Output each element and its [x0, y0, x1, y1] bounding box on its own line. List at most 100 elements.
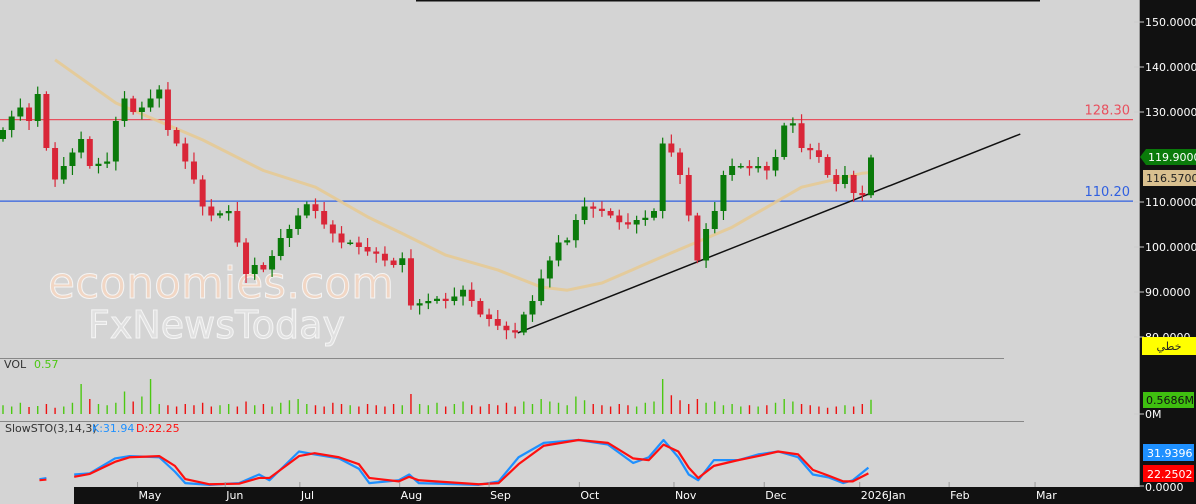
- candle-body: [590, 206, 597, 209]
- candle-body: [329, 224, 336, 234]
- candle-body: [677, 152, 684, 175]
- time-tick-label: Dec: [765, 489, 786, 502]
- candle-body: [251, 265, 258, 274]
- candle-body: [685, 175, 692, 216]
- candle-body: [581, 206, 588, 220]
- candle-body: [772, 157, 779, 171]
- candle-body: [95, 163, 102, 166]
- candle-body: [434, 298, 440, 301]
- candle-body: [624, 222, 631, 225]
- candle-body: [815, 150, 822, 157]
- candle: [130, 95, 137, 115]
- candle: [86, 136, 93, 169]
- candle-body: [355, 242, 362, 247]
- candle-body: [616, 215, 623, 223]
- candle-body: [529, 301, 536, 315]
- candle: [694, 212, 701, 264]
- candle-body: [642, 217, 649, 220]
- candle-body: [755, 166, 762, 169]
- candle-body: [737, 166, 744, 168]
- candle-body: [659, 143, 666, 211]
- candle-body: [512, 330, 519, 333]
- candle-body: [69, 152, 76, 166]
- horizontal-line-label: 128.30: [1085, 104, 1131, 119]
- stochastic-k-value: 31.9396: [1147, 447, 1193, 460]
- time-tick-label: Feb: [950, 489, 969, 502]
- candle: [868, 154, 874, 198]
- candle-body: [451, 296, 458, 301]
- candle-body: [78, 139, 85, 153]
- candle-body: [104, 161, 111, 164]
- candle-body: [668, 143, 675, 153]
- candle-body: [763, 166, 770, 171]
- stochastic-d-line-segment: [39, 478, 47, 482]
- ma-price-label: 116.5700: [1146, 172, 1196, 185]
- candle-body: [8, 116, 15, 130]
- watermark-fxnewstoday: FxNewsToday: [88, 303, 345, 347]
- candle: [43, 91, 50, 151]
- candle-body: [17, 107, 24, 117]
- candle-body: [486, 314, 493, 319]
- candle-body: [399, 258, 406, 265]
- candle-body: [43, 94, 50, 148]
- candle-body: [286, 229, 293, 238]
- price-tick-label: 100.0000: [1145, 241, 1196, 254]
- candle: [520, 311, 527, 336]
- candle-body: [824, 157, 831, 175]
- candle-body: [520, 314, 527, 333]
- candle-body: [52, 148, 59, 180]
- time-tick-label: Sep: [490, 489, 511, 502]
- candle-body: [538, 278, 545, 301]
- trading-chart[interactable]: economies.com FxNewsToday 128.30 110.20 V…: [0, 0, 1196, 504]
- stochastic-d-label: D:22.25: [136, 422, 180, 435]
- candle-body: [546, 260, 553, 279]
- volume-title: VOL: [4, 358, 27, 371]
- candle-body: [0, 130, 6, 139]
- candle-body: [208, 206, 215, 216]
- candle: [781, 122, 788, 160]
- candle-body: [407, 258, 414, 306]
- candle-body: [442, 298, 449, 301]
- candle-body: [112, 121, 119, 162]
- volume-last-label: 0.5686M: [1146, 394, 1194, 407]
- candle-body: [390, 260, 397, 265]
- candle-body: [147, 98, 154, 108]
- candle-body: [199, 179, 206, 207]
- candle-body: [781, 125, 788, 157]
- candle-body: [190, 161, 197, 180]
- price-tick-label: 130.0000: [1145, 106, 1196, 119]
- candle-body: [381, 253, 388, 261]
- candle-body: [729, 166, 736, 175]
- candle-body: [312, 204, 319, 211]
- candle-body: [789, 123, 796, 126]
- candle-body: [651, 211, 657, 218]
- price-tick-label: 110.0000: [1145, 196, 1196, 209]
- candle-body: [416, 303, 423, 306]
- candle-body: [130, 98, 137, 112]
- time-tick-label: Aug: [401, 489, 422, 502]
- candle-body: [703, 229, 710, 261]
- watermark-economies: economies.com: [48, 258, 394, 309]
- candle: [173, 127, 180, 147]
- candle-body: [364, 247, 371, 252]
- time-tick-label: 2026Jan: [861, 489, 906, 502]
- time-tick-label: Mar: [1036, 489, 1057, 502]
- candle-body: [234, 211, 241, 243]
- candle-body: [260, 265, 267, 270]
- time-tick-label: Jul: [300, 489, 314, 502]
- line-tool-label: خطي: [1157, 340, 1182, 353]
- candle-body: [373, 251, 380, 254]
- horizontal-line-label: 110.20: [1085, 185, 1131, 200]
- candle-body: [572, 220, 579, 241]
- time-tick-label: May: [139, 489, 162, 502]
- time-tick-label: Oct: [580, 489, 600, 502]
- candle-body: [269, 256, 276, 270]
- candle-body: [607, 211, 614, 216]
- candle: [824, 154, 831, 178]
- candle-body: [173, 130, 180, 144]
- candle-body: [138, 107, 145, 112]
- candle-body: [295, 215, 302, 229]
- candle-body: [850, 175, 857, 193]
- price-tick-label: 90.0000: [1145, 286, 1191, 299]
- candle-body: [303, 204, 310, 216]
